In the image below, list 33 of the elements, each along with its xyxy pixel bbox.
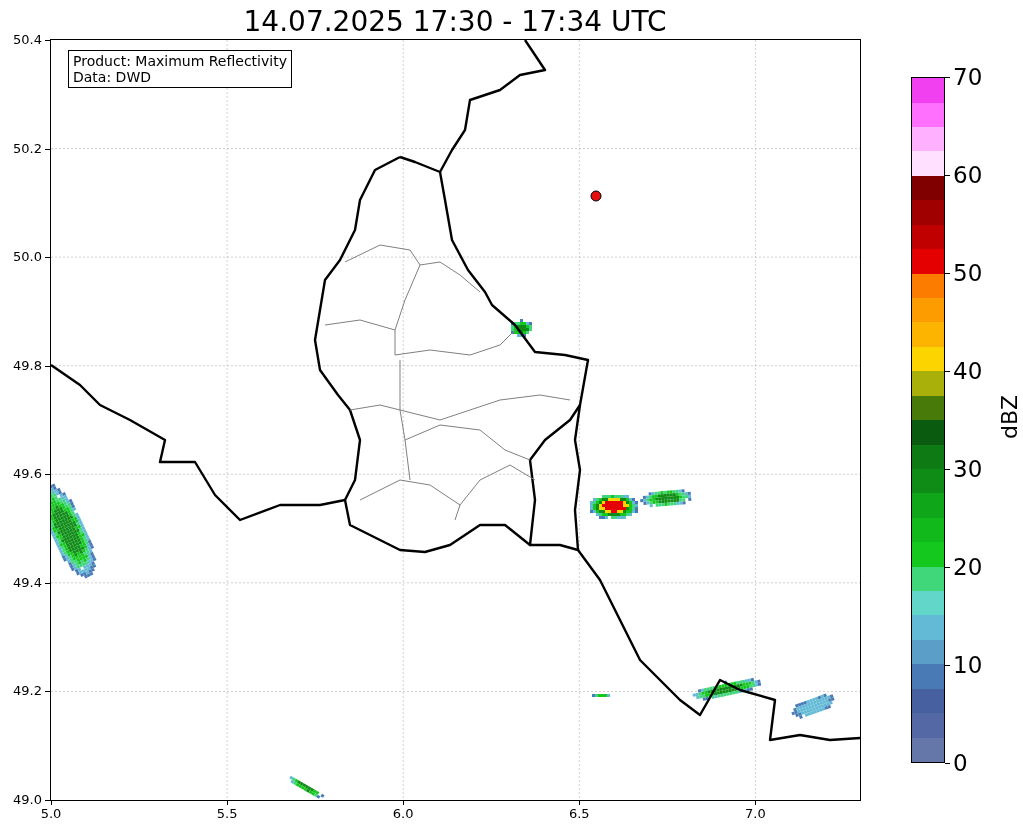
colorbar-tick-label: 30 <box>953 456 983 482</box>
y-tick-label: 49.6 <box>12 466 42 483</box>
colorbar-tick-label: 10 <box>953 652 983 678</box>
y-tick-label: 50.0 <box>12 249 42 266</box>
y-tick-label: 49.8 <box>12 357 42 374</box>
colorbar-tick-label: 20 <box>953 554 983 580</box>
colorbar-label: dBZ <box>997 394 1023 440</box>
colorbar-tick-label: 70 <box>953 64 983 90</box>
radar-echo <box>791 693 835 719</box>
x-tick-label: 6.5 <box>567 806 591 822</box>
x-tick-label: 5.5 <box>215 806 239 822</box>
radar-echo <box>692 677 762 701</box>
x-tick-label: 7.0 <box>744 806 767 822</box>
y-tick-label: 50.4 <box>12 32 42 48</box>
radar-echo <box>289 775 325 799</box>
chart-title: 14.07.2025 17:30 - 17:34 UTC <box>242 4 668 40</box>
radar-echo <box>511 319 532 337</box>
radar-echo <box>592 694 610 697</box>
location-marker <box>590 190 602 202</box>
colorbar-tick-label: 60 <box>953 162 983 188</box>
y-tick-label: 49.0 <box>12 792 42 808</box>
legend-text: Data: DWD <box>73 69 152 85</box>
colorbar-tick-label: 40 <box>953 358 983 384</box>
radar-echo <box>590 495 638 519</box>
legend-text: Product: Maximum Reflectivity <box>73 53 287 69</box>
colorbar-tick-label: 50 <box>953 260 983 286</box>
x-tick-label: 6.0 <box>391 806 415 822</box>
y-tick-label: 49.2 <box>12 683 42 700</box>
colorbar-tick-label: 0 <box>953 750 968 776</box>
radar-echo <box>640 489 692 508</box>
y-tick-label: 49.4 <box>12 574 42 591</box>
x-tick-label: 5.0 <box>39 806 63 822</box>
y-tick-label: 50.2 <box>12 140 42 157</box>
